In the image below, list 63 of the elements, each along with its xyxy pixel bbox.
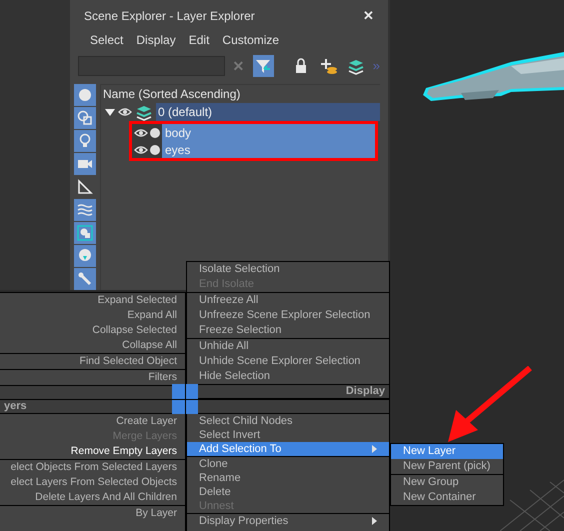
ruler-icon — [77, 179, 93, 195]
menu-item[interactable]: By Layer — [0, 506, 185, 521]
menu-item[interactable]: Unhide All — [187, 339, 389, 354]
toolbar-button[interactable] — [252, 55, 274, 78]
layers-icon — [135, 103, 153, 121]
filter-icon — [254, 57, 272, 76]
menu-item[interactable]: Isolate Selection — [187, 262, 389, 277]
quad-title: yers — [4, 399, 27, 414]
menu-item[interactable]: Add Selection To — [187, 442, 389, 456]
menu-item[interactable]: New Group — [391, 475, 503, 490]
menu-item[interactable]: Display Properties — [187, 514, 389, 528]
menu-item[interactable]: Collapse All — [0, 338, 185, 353]
menu-item[interactable]: Select Child Nodes — [187, 414, 389, 428]
menu-item[interactable]: Filters — [0, 370, 185, 385]
tree-row[interactable]: body — [162, 124, 375, 141]
menu-item[interactable]: Expand All — [0, 308, 185, 323]
shapes-icon — [77, 110, 93, 126]
menu-item[interactable]: Collapse Selected — [0, 323, 185, 338]
quad-center-handle[interactable] — [172, 384, 198, 414]
column-header: Name (Sorted Ascending) — [102, 86, 242, 103]
layers-icon — [347, 57, 366, 76]
expand-arrow-icon[interactable] — [105, 108, 115, 116]
menu-item[interactable]: New Parent (pick) — [391, 459, 503, 474]
menu-item[interactable]: Delete — [187, 485, 389, 499]
frame-icon — [77, 225, 93, 241]
menu-item[interactable]: Hide Selection — [187, 369, 389, 384]
close-button[interactable]: ✕ — [363, 6, 374, 26]
menu-item[interactable]: Create Layer — [0, 414, 185, 429]
menu-item[interactable]: Select Invert — [187, 428, 389, 442]
eye-icon[interactable] — [134, 144, 148, 154]
sphere-icon — [77, 87, 93, 103]
search-field[interactable] — [78, 56, 225, 76]
tree-row[interactable]: eyes — [162, 141, 375, 158]
submenu-arrow-icon — [372, 517, 377, 525]
menu-item[interactable]: Edit — [188, 31, 210, 50]
pin-icon — [77, 271, 93, 287]
disc-icon — [77, 248, 93, 264]
add-layer-icon — [320, 57, 338, 76]
menu-item[interactable]: Freeze Selection — [187, 323, 389, 338]
menu-item[interactable]: New Layer — [391, 444, 503, 459]
menu-item[interactable]: Unfreeze Scene Explorer Selection — [187, 308, 389, 323]
tree-row[interactable]: 0 (default) — [156, 103, 380, 121]
menu-item[interactable]: Delete Layers And All Children — [0, 490, 185, 505]
quad-title: Display — [346, 384, 385, 400]
menu-item[interactable]: Unhide Scene Explorer Selection — [187, 354, 389, 369]
submenu-arrow-icon — [372, 445, 377, 453]
menu-item[interactable]: Select — [90, 31, 124, 50]
menu-item[interactable]: Clone — [187, 457, 389, 471]
menu-item[interactable]: Remove Empty Layers — [0, 444, 185, 459]
menu-item[interactable]: Find Selected Object — [0, 354, 185, 369]
window-title: Scene Explorer - Layer Explorer — [84, 8, 255, 25]
menu-item[interactable]: elect Objects From Selected Layers — [0, 460, 185, 475]
light-bulb-icon — [77, 133, 93, 149]
menu-item[interactable]: New Container — [391, 490, 503, 505]
menu-item[interactable]: Expand Selected — [0, 293, 185, 308]
menu-item[interactable]: Rename — [187, 471, 389, 485]
waves-icon — [77, 202, 93, 218]
menu-item[interactable]: Customize — [222, 31, 280, 50]
eye-icon[interactable] — [134, 128, 148, 138]
menu-item[interactable]: Unfreeze All — [187, 293, 389, 308]
eye-icon[interactable] — [118, 107, 132, 117]
menu-item[interactable]: elect Layers From Selected Objects — [0, 475, 185, 490]
menu-item[interactable]: Display — [136, 31, 176, 50]
